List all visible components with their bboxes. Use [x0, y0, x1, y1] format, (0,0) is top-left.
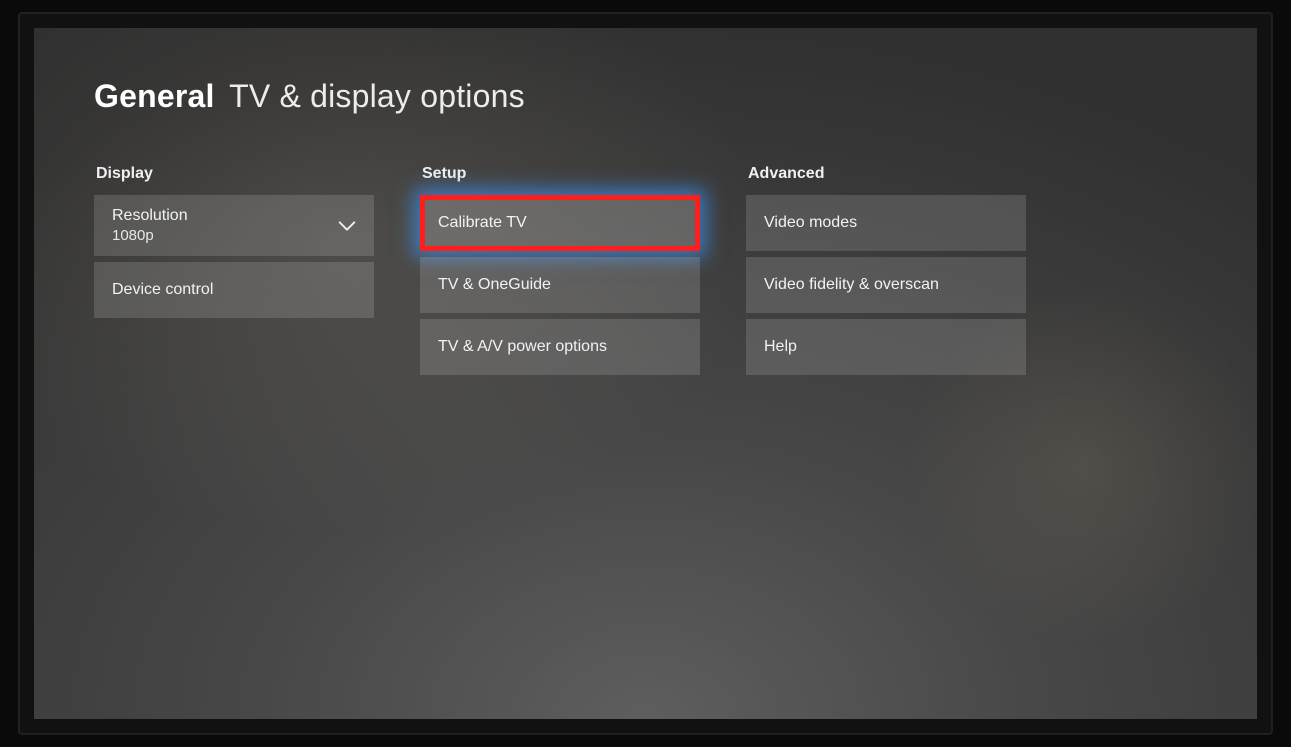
calibrate-tv-label: Calibrate TV [438, 214, 527, 232]
device-control-button[interactable]: Device control [94, 262, 374, 318]
video-modes-label: Video modes [764, 214, 857, 232]
tv-av-power-button[interactable]: TV & A/V power options [420, 319, 700, 375]
column-setup: Setup Calibrate TV TV & OneGuide TV & A/… [420, 165, 700, 381]
page-title: General TV & display options [94, 78, 1197, 115]
video-fidelity-overscan-button[interactable]: Video fidelity & overscan [746, 257, 1026, 313]
resolution-value: 1080p [112, 227, 154, 244]
device-control-label: Device control [112, 281, 213, 299]
video-modes-button[interactable]: Video modes [746, 195, 1026, 251]
tv-oneguide-button[interactable]: TV & OneGuide [420, 257, 700, 313]
help-label: Help [764, 338, 797, 356]
settings-columns: Display Resolution 1080p Device control [94, 165, 1197, 381]
page-title-page: TV & display options [229, 78, 525, 114]
resolution-dropdown[interactable]: Resolution 1080p [94, 195, 374, 256]
section-label-display: Display [94, 165, 374, 183]
section-label-advanced: Advanced [746, 165, 1026, 183]
tv-oneguide-label: TV & OneGuide [438, 276, 551, 294]
help-button[interactable]: Help [746, 319, 1026, 375]
section-label-setup: Setup [420, 165, 700, 183]
tv-av-power-label: TV & A/V power options [438, 338, 607, 356]
calibrate-tv-button[interactable]: Calibrate TV [420, 195, 700, 251]
video-fidelity-overscan-label: Video fidelity & overscan [764, 276, 939, 294]
column-display: Display Resolution 1080p Device control [94, 165, 374, 381]
column-advanced: Advanced Video modes Video fidelity & ov… [746, 165, 1026, 381]
chevron-down-icon [336, 215, 358, 237]
resolution-label: Resolution [112, 207, 188, 225]
page-title-section: General [94, 78, 215, 114]
settings-screen: General TV & display options Display Res… [34, 28, 1257, 719]
tv-bezel: General TV & display options Display Res… [18, 12, 1273, 735]
